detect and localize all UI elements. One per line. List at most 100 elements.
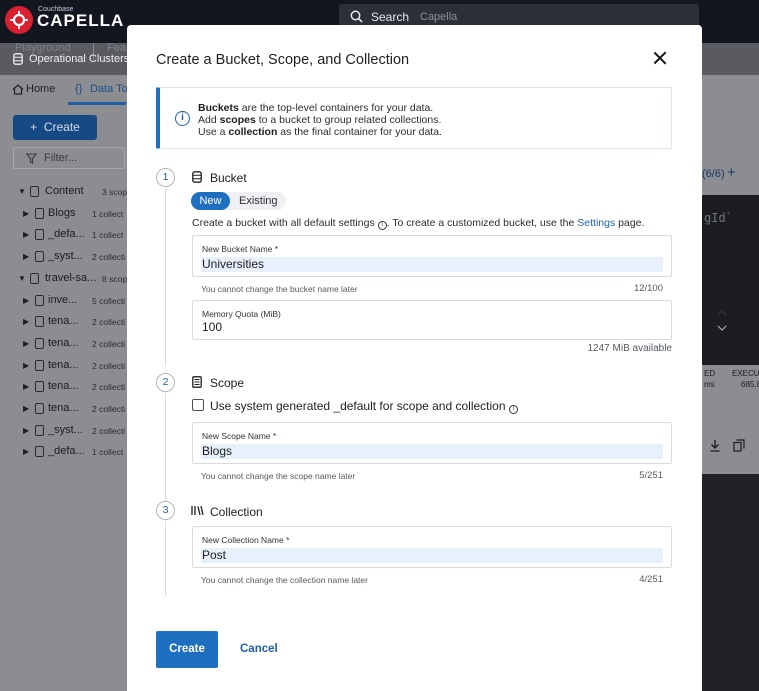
tree-item-name: tena... <box>48 315 79 328</box>
bucket-icon <box>192 171 202 183</box>
step-3-indicator: 3 <box>156 501 175 520</box>
default-info-icon[interactable]: i <box>508 405 518 414</box>
tree-item-count: 1 collect <box>92 447 124 458</box>
collapse-icon[interactable]: ▼ <box>18 187 26 196</box>
copy-icon[interactable] <box>733 439 745 452</box>
scope-icon <box>35 337 44 349</box>
tree-item-count: 2 collecti <box>92 360 126 371</box>
cancel-button[interactable]: Cancel <box>240 643 278 655</box>
collection-section-title: Collection <box>210 505 263 519</box>
stat-col2-header: EXECUT <box>732 369 759 378</box>
sidebar-filter-input[interactable]: Filter... <box>13 147 125 169</box>
collection-name-helper: You cannot change the collection name la… <box>201 575 368 585</box>
scope-name-counter: 5/251 <box>639 470 663 481</box>
scope-name-helper: You cannot change the scope name later <box>201 471 356 481</box>
info-line-2: Add scopes to a bucket to group related … <box>198 114 442 126</box>
bucket-name-field[interactable]: New Bucket Name * Universities <box>192 235 672 277</box>
tree-item-name: _defa... <box>48 445 85 458</box>
stat-col1-header: ED <box>704 369 716 378</box>
tree-item-count: 1 collect <box>92 230 124 241</box>
scope-icon <box>35 316 44 328</box>
memory-available: 1247 MiB available <box>587 343 673 354</box>
tree-item-count: 2 collecti <box>92 317 126 328</box>
tree-item-name: tena... <box>48 358 79 371</box>
tree-item-count: 2 collecti <box>92 425 126 436</box>
toggle-existing[interactable]: Existing <box>239 192 278 210</box>
download-icon[interactable] <box>709 439 721 452</box>
info-line-3: Use a collection as the final container … <box>198 126 442 138</box>
use-default-label[interactable]: Use system generated _default for scope … <box>210 399 518 414</box>
expand-icon[interactable]: ▶ <box>23 382 29 391</box>
collection-name-input[interactable]: Post <box>201 548 663 563</box>
expand-icon[interactable]: ▶ <box>23 361 29 370</box>
info-line-1: Buckets are the top-level containers for… <box>198 102 434 114</box>
brand-product: CAPELLA <box>37 11 125 30</box>
tree-item-count: 2 collecti <box>92 404 126 414</box>
scope-icon <box>35 424 44 436</box>
tree-item-name: Content <box>45 185 84 197</box>
memory-quota-field[interactable]: Memory Quota (MiB) 100 <box>192 300 727 340</box>
sidebar-create-label: Create <box>43 120 80 134</box>
tree-item-count: 2 collecti <box>92 338 126 349</box>
scope-name-field[interactable]: New Scope Name * Blogs <box>192 422 672 464</box>
bucket-name-counter: 12/100 <box>633 283 663 294</box>
tree-item-count: 8 scop <box>102 273 128 284</box>
results-panel <box>702 474 759 691</box>
tree-item-count: 2 collecti <box>92 252 126 263</box>
toggle-new[interactable]: New <box>191 192 230 210</box>
expand-icon[interactable]: ▶ <box>23 317 29 326</box>
expand-icon[interactable]: ▶ <box>23 252 29 261</box>
filter-placeholder: Filter... <box>44 152 78 164</box>
scope-icon <box>35 229 44 241</box>
bucket-section-title: Bucket <box>210 171 247 185</box>
increment-icon[interactable] <box>717 310 727 316</box>
tree-item-name: travel-sa... <box>45 271 97 284</box>
tab-data-tools-icon: {} <box>75 83 83 95</box>
bucket-name-input[interactable]: Universities <box>201 257 663 272</box>
add-query-button[interactable]: + <box>727 164 736 181</box>
scope-icon <box>35 251 44 263</box>
tree-item-name: tena... <box>48 380 79 393</box>
bucket-mode-toggle: New Existing <box>191 192 286 210</box>
expand-icon[interactable]: ▶ <box>23 404 29 413</box>
bucket-description: Create a bucket with all default setting… <box>192 217 645 230</box>
create-bucket-dialog: Create a Bucket, Scope, and Collection i… <box>127 25 727 691</box>
scope-icon <box>35 294 44 306</box>
couchbase-logo[interactable] <box>5 6 33 34</box>
editor-code-fragment: gId` <box>704 211 733 225</box>
create-button[interactable]: Create <box>156 631 218 668</box>
scope-section-title: Scope <box>210 376 245 390</box>
expand-icon[interactable]: ▶ <box>23 230 29 239</box>
current-context[interactable]: Operational Clusters <box>29 53 129 65</box>
expand-icon[interactable]: ▶ <box>23 339 29 348</box>
tree-item-name: _syst... <box>48 423 83 436</box>
memory-quota-input[interactable]: 100 <box>201 320 663 335</box>
expand-icon[interactable]: ▶ <box>23 447 29 456</box>
step-2-connector <box>165 393 166 501</box>
close-icon[interactable] <box>653 51 667 65</box>
info-callout: i Buckets are the top-level containers f… <box>156 87 672 149</box>
decrement-icon[interactable] <box>717 325 727 331</box>
expand-icon[interactable]: ▶ <box>23 209 29 218</box>
sidebar-create-button[interactable]: + Create <box>13 115 97 140</box>
search-icon <box>350 10 363 23</box>
tree-item-count: 2 collecti <box>92 382 126 393</box>
info-icon: i <box>175 111 190 126</box>
step-2-indicator: 2 <box>156 373 175 392</box>
bucket-icon <box>30 186 39 197</box>
collection-name-field[interactable]: New Collection Name * Post <box>192 526 672 568</box>
expand-icon[interactable]: ▶ <box>23 296 29 305</box>
defaults-info-icon[interactable]: i <box>377 221 387 230</box>
nav-home[interactable]: Home <box>26 83 55 95</box>
use-default-checkbox[interactable] <box>192 399 204 411</box>
tree-item-count: 5 collecti <box>92 295 126 306</box>
step-1-connector <box>165 188 166 366</box>
scope-icon <box>35 446 44 458</box>
collapse-icon[interactable]: ▼ <box>18 274 26 283</box>
scope-icon <box>192 376 202 388</box>
settings-link[interactable]: Settings <box>577 217 615 229</box>
scope-name-input[interactable]: Blogs <box>201 444 663 459</box>
step-1-indicator: 1 <box>156 168 175 187</box>
tree-item-name: tena... <box>48 336 79 349</box>
expand-icon[interactable]: ▶ <box>23 426 29 435</box>
